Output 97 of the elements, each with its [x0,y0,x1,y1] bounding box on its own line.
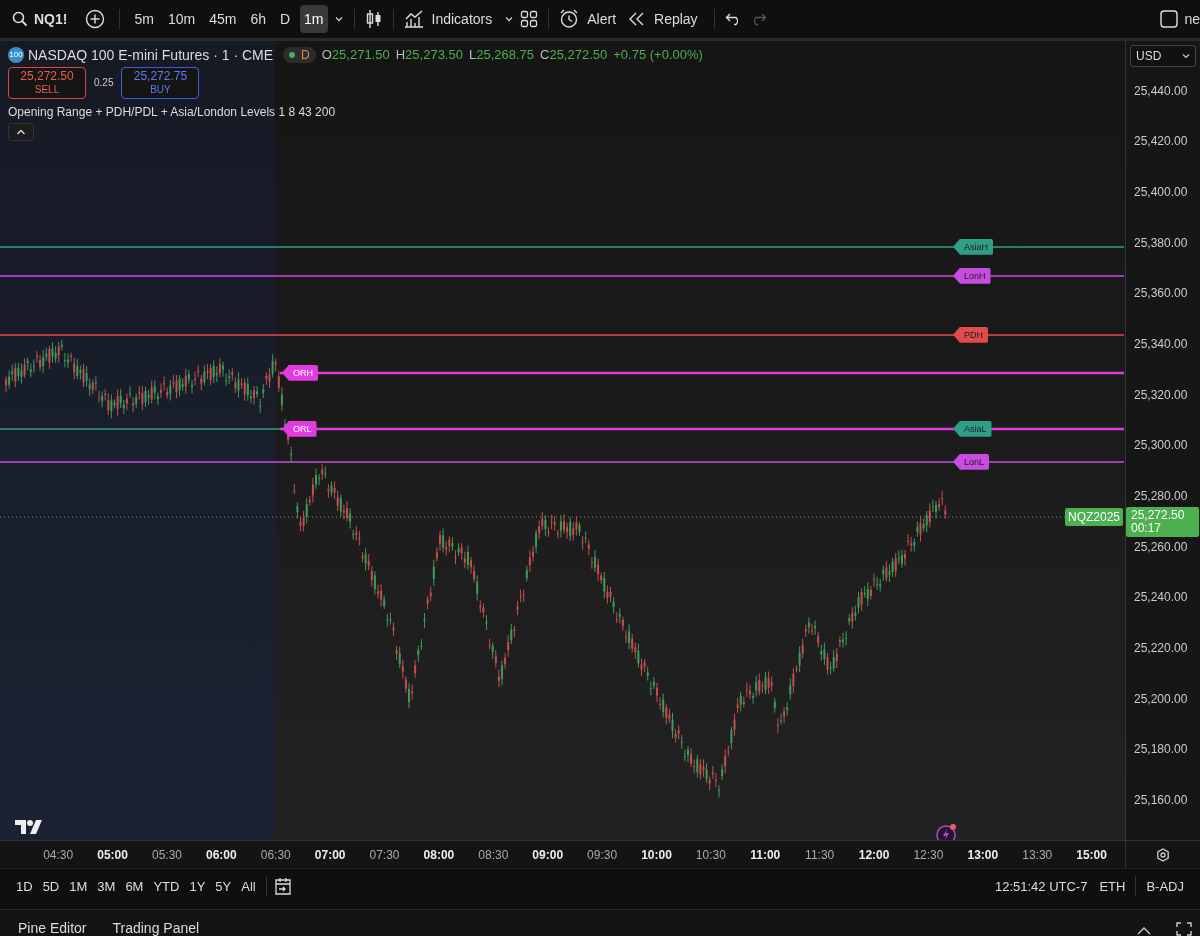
panel-tab[interactable]: Trading Panel [104,916,208,936]
session-button[interactable]: ETH [1095,874,1130,898]
price-tick: 25,360.00 [1134,286,1188,301]
range-button[interactable]: 5Y [211,874,236,898]
replay-button[interactable]: Replay [652,4,704,33]
time-tick: 11:30 [804,847,836,862]
ohlc-value: O25,271.50 [321,47,390,63]
indicators-icon[interactable] [403,9,424,28]
sell-button[interactable]: 25,272.50 SELL [8,66,86,99]
caret-up-icon[interactable] [16,127,26,136]
symbol-price-label: NQZ2025 [1064,507,1123,526]
time-tick: 05:00 [96,847,129,862]
symbol-title[interactable]: NASDAQ 100 E-mini Futures · 1 · CME [28,46,274,63]
interval-button[interactable]: 10m [163,4,200,33]
price-tick: 25,180.00 [1134,742,1188,757]
price-tick: 25,400.00 [1134,185,1188,200]
time-tick: 07:30 [368,847,401,862]
currency-dropdown[interactable]: USD [1130,44,1196,67]
time-tick: 09:30 [586,847,619,862]
toolbar-label: ne [1184,10,1200,27]
caret-up-icon[interactable] [1136,926,1152,936]
time-tick: 06:00 [205,847,238,862]
spread-value: 0.25 [94,77,114,89]
time-tick: 06:30 [259,847,292,862]
square-icon[interactable] [1160,9,1179,28]
time-tick: 13:00 [966,847,1000,862]
interval-button[interactable]: 6h [246,4,270,33]
level-tag: ORH [282,364,318,381]
price-tick: 25,260.00 [1134,539,1188,554]
level-tag: ORL [282,420,317,437]
buy-button[interactable]: 25,272.75 BUY [121,66,200,99]
interval-button[interactable]: 5m [130,4,158,33]
price-tick: 25,220.00 [1134,640,1188,655]
price-tick: 25,380.00 [1134,235,1188,250]
price-tick: 25,300.00 [1134,438,1188,453]
range-button[interactable]: 6M [121,874,148,898]
search-icon[interactable] [12,10,28,27]
alarm-clock-icon[interactable] [559,8,580,29]
time-tick: 04:30 [42,847,75,862]
ohlc-value: L25,268.75 [468,47,534,63]
range-button[interactable]: YTD [149,874,184,898]
time-tick: 11:00 [749,847,782,862]
interval-button[interactable]: 45m [205,4,241,33]
range-button[interactable]: 3M [93,874,120,898]
logo-icon [15,818,45,835]
settings-icon[interactable] [1156,847,1170,862]
caret-icon[interactable] [1182,52,1190,59]
time-tick: 10:00 [640,847,673,862]
price-tick: 25,420.00 [1134,134,1188,149]
time-tick: 08:00 [422,847,456,862]
adjustment-button[interactable]: B-ADJ [1142,874,1188,898]
layout-grid-icon[interactable] [520,9,539,28]
last-price-label: 25,272.50 00:17 [1126,506,1199,537]
ohlc-value: C25,272.50 [540,47,608,63]
range-button[interactable]: 1Y [185,874,210,898]
level-tag: LonH [953,267,991,284]
candles-icon[interactable] [364,8,383,29]
range-button[interactable]: 5D [38,874,64,898]
lightning-icon[interactable] [936,822,958,841]
interval-button[interactable]: 1m [300,4,328,33]
price-axis[interactable]: USD 25,440.00 25,420.00 25,400.00 25,380.00 25,360.00 25,340.00 25,320.00 25,300.00 25,280.00 25,260.00 25,240.00 25,220.00 25,200.00 25,180.00 25,160.00 25,272.50 00:17 [1125,40,1200,841]
range-button[interactable]: All [237,874,260,898]
indicator-label[interactable]: Opening Range + PDH/PDL + Asia/London Levels 1 8 43 200 [8,104,336,119]
maximize-icon[interactable] [1176,922,1192,936]
time-tick: 15:00 [1075,847,1108,862]
price-tick: 25,440.00 [1134,83,1188,98]
range-button[interactable]: 1D [12,874,37,898]
symbol-search[interactable]: NQ1! [34,10,68,27]
price-tick: 25,320.00 [1134,387,1188,402]
level-tag: PDH [953,326,988,343]
time-tick: 08:30 [477,847,510,862]
time-tick: 05:30 [150,847,183,862]
panel-tab[interactable]: Pine Editor [10,916,95,936]
level-tag: AsiaH [953,238,993,255]
range-button[interactable]: 1M [65,874,92,898]
price-tick: 25,240.00 [1134,590,1188,605]
price-tick: 25,200.00 [1134,691,1188,706]
time-tick: 13:30 [1021,847,1054,862]
time-tick: 12:30 [912,847,945,862]
session-badge: D [283,46,316,63]
level-tag: AsiaL [953,420,992,437]
level-tag: LonL [953,453,990,470]
time-tick: 09:00 [531,847,565,862]
time-tick: 12:00 [857,847,891,862]
alert-button[interactable]: Alert [585,4,623,33]
ohlc-value: H25,273.50 [395,47,463,63]
interval-button[interactable]: D [275,4,295,33]
time-tick: 07:00 [313,847,347,862]
clock-time[interactable]: 12:51:42 UTC-7 [994,878,1088,894]
time-tick: 10:30 [694,847,727,862]
price-tick: 25,340.00 [1134,337,1188,352]
indicators-button[interactable]: Indicators [429,4,499,33]
calendar-icon[interactable] [272,877,293,896]
price-tick: 25,280.00 [1134,489,1188,503]
add-symbol-icon[interactable] [85,8,106,29]
price-tick: 25,160.00 [1134,792,1188,807]
price-change: +0.75 (+0.00%) [613,47,703,63]
